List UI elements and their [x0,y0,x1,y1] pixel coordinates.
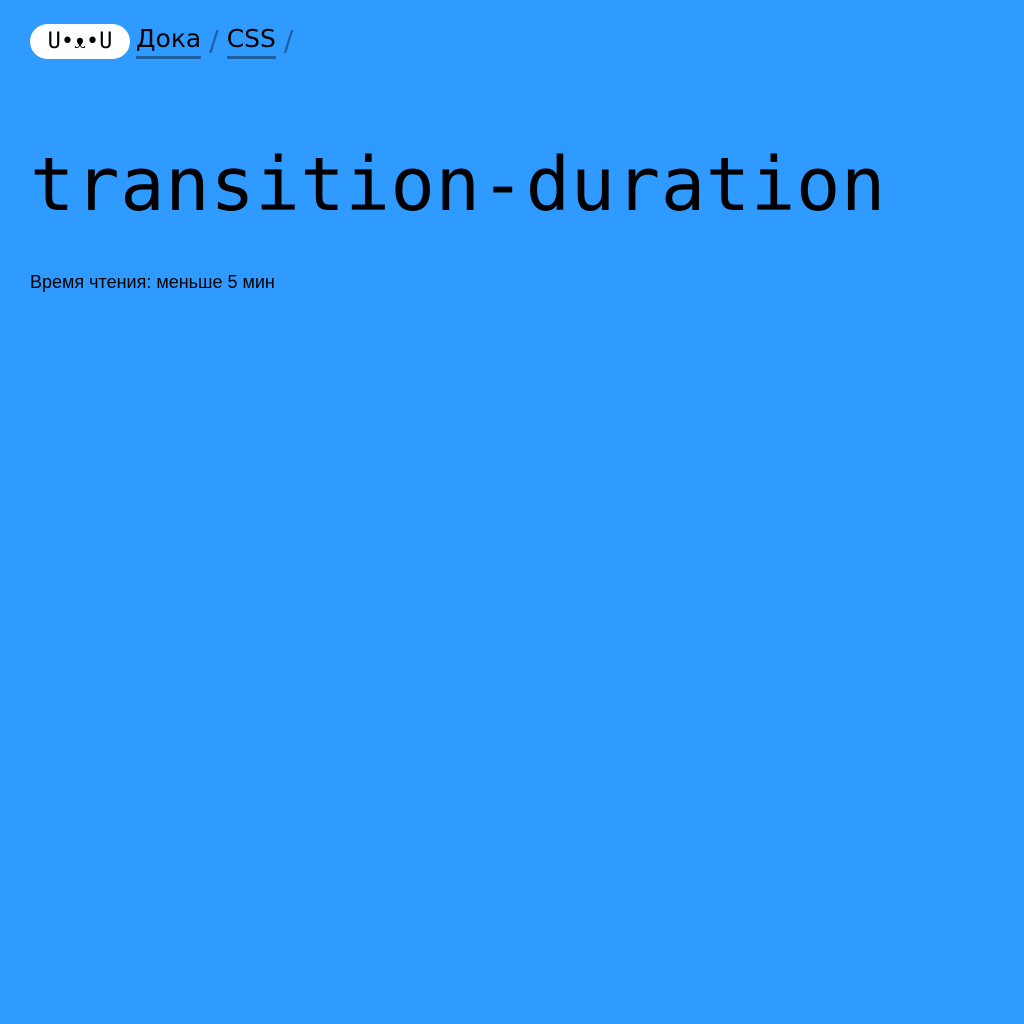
breadcrumb: Дока / CSS / [136,24,301,59]
page-title: transition-duration [30,142,886,228]
breadcrumb-separator: / [283,24,294,57]
logo-home-link[interactable]: U•ᴥ•U [30,23,130,59]
reading-time: Время чтения: меньше 5 мин [30,272,275,292]
header: U•ᴥ•U Дока / CSS / [30,22,301,60]
breadcrumb-link-css[interactable]: CSS [226,24,276,59]
logo-text: U•ᴥ•U [47,29,113,54]
breadcrumb-separator: / [209,24,219,57]
breadcrumb-link-doka[interactable]: Дока [136,24,202,59]
page: U•ᴥ•U Дока / CSS / transition-duration В… [0,0,1024,1024]
